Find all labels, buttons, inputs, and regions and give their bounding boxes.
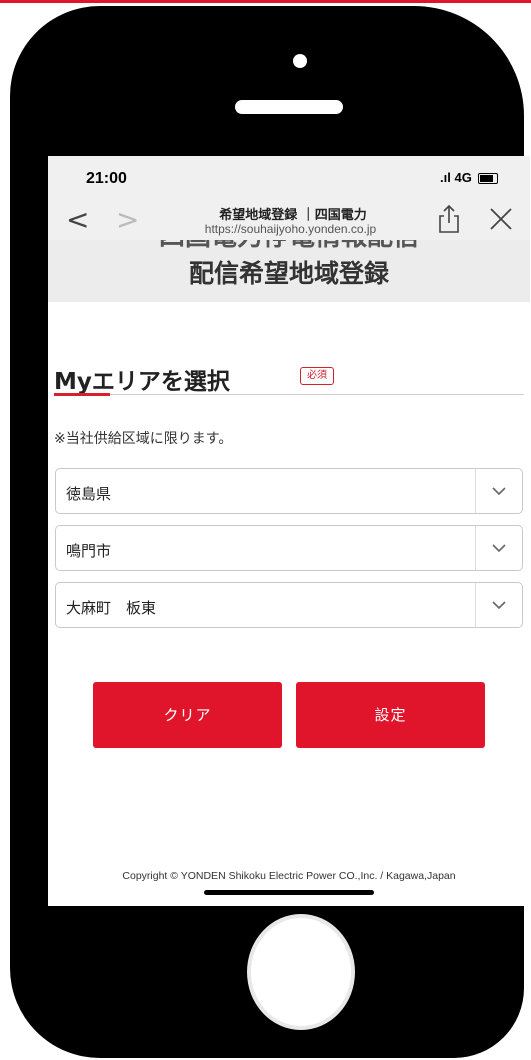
forward-chevron-icon[interactable]: > (116, 200, 139, 240)
required-badge: 必須 (300, 367, 334, 385)
home-indicator (204, 890, 374, 895)
status-time: 21:00 (86, 170, 127, 187)
browser-page-title: 希望地域登録 ｜四国電力 (219, 208, 367, 223)
chevron-down-icon (492, 544, 506, 553)
heading-partial: 四国電力停電情報配信 (48, 240, 530, 253)
home-button[interactable] (247, 914, 355, 1030)
area-value: 大麻町 板東 (66, 599, 157, 617)
share-icon[interactable] (436, 204, 462, 234)
chevron-down-icon (492, 487, 506, 496)
battery-icon (478, 173, 498, 184)
clear-button[interactable]: クリア (93, 682, 282, 748)
browser-url[interactable]: https://souhaijyoho.yonden.co.jp (158, 222, 423, 236)
top-accent-rule (0, 0, 531, 3)
network-indicator: .ıl 4G (440, 170, 472, 185)
chevron-down-icon (492, 601, 506, 610)
status-bar: 21:00 .ıl 4G (48, 156, 530, 200)
browser-toolbar: < > 希望地域登録 ｜四国電力 https://souhaijyoho.yon… (48, 200, 530, 240)
close-icon[interactable] (488, 206, 514, 232)
earpiece-speaker (235, 100, 343, 114)
section-divider (54, 394, 524, 395)
area-select[interactable]: 大麻町 板東 (55, 582, 523, 628)
signal-bars-icon: .ıl (440, 170, 451, 185)
sensor-dot (237, 102, 247, 112)
phone-screen: 21:00 .ıl 4G < > 希望地域登録 ｜四国電力 https://so… (48, 156, 530, 906)
phone-frame: 21:00 .ıl 4G < > 希望地域登録 ｜四国電力 https://so… (10, 6, 530, 1058)
section-title: Myエリアを選択 (54, 369, 230, 395)
back-chevron-icon[interactable]: < (66, 200, 89, 240)
front-camera (293, 54, 307, 68)
prefecture-select[interactable]: 徳島県 (55, 468, 523, 514)
city-value: 鳴門市 (66, 542, 112, 560)
section-divider-accent (54, 393, 110, 396)
set-button[interactable]: 設定 (296, 682, 485, 748)
copyright-text: Copyright © YONDEN Shikoku Electric Powe… (122, 870, 456, 882)
page-heading-band: 四国電力停電情報配信 配信希望地域登録 (48, 240, 530, 302)
prefecture-value: 徳島県 (66, 485, 112, 503)
network-type: 4G (454, 170, 472, 185)
page-title: 配信希望地域登録 (188, 259, 389, 288)
service-area-note: ※当社供給区域に限ります。 (54, 431, 233, 447)
city-select[interactable]: 鳴門市 (55, 525, 523, 571)
